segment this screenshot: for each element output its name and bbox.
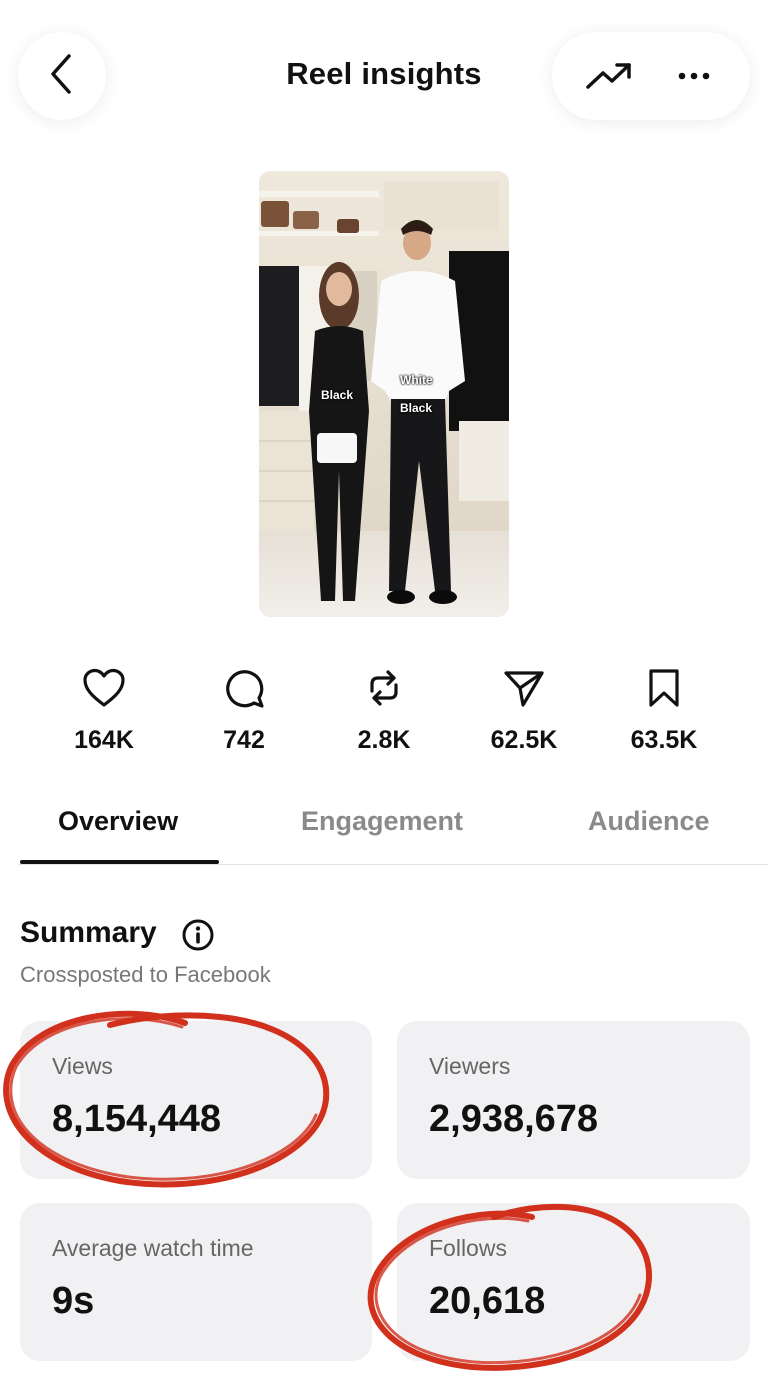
repost-icon [314, 664, 454, 712]
tab-engagement[interactable]: Engagement [301, 806, 463, 837]
heart-icon [34, 664, 174, 712]
comment-icon [174, 664, 314, 712]
viewers-label: Viewers [429, 1053, 511, 1079]
metric-comments[interactable]: 742 [174, 664, 314, 755]
info-icon[interactable] [181, 918, 215, 957]
summary-subtitle: Crossposted to Facebook [20, 962, 271, 987]
overlay-label-right-bottom: Black [400, 401, 433, 415]
engagement-metrics: 164K 742 2.8K 62.5K 63.5K [0, 664, 768, 764]
tabs-divider [18, 864, 768, 865]
follows-card[interactable]: Follows 20,618 [397, 1203, 750, 1361]
overlay-label-left: Black [321, 388, 354, 402]
follows-label: Follows [429, 1235, 507, 1261]
more-horizontal-icon[interactable] [664, 46, 724, 106]
likes-count: 164K [74, 726, 134, 754]
views-card[interactable]: Views 8,154,448 [20, 1021, 372, 1179]
metric-reposts[interactable]: 2.8K [314, 664, 454, 755]
tab-overview[interactable]: Overview [58, 806, 178, 837]
reel-thumbnail[interactable]: Black White Black [259, 171, 509, 617]
reel-image [259, 171, 509, 617]
bookmark-icon [594, 664, 734, 712]
overlay-label-right-top: White [400, 373, 433, 387]
send-icon [454, 664, 594, 712]
trending-up-icon[interactable] [579, 46, 639, 106]
shares-count: 62.5K [490, 726, 558, 754]
views-label: Views [52, 1053, 113, 1079]
average-watch-time-label: Average watch time [52, 1235, 254, 1261]
header-actions [552, 32, 750, 120]
average-watch-time-value: 9s [52, 1280, 95, 1322]
saves-count: 63.5K [630, 726, 698, 754]
average-watch-time-card[interactable]: Average watch time 9s [20, 1203, 372, 1361]
summary-title: Summary [20, 916, 157, 949]
views-value: 8,154,448 [52, 1098, 222, 1140]
metric-likes[interactable]: 164K [34, 664, 174, 755]
tab-audience[interactable]: Audience [588, 806, 710, 837]
reposts-count: 2.8K [357, 726, 411, 754]
follows-value: 20,618 [429, 1280, 546, 1322]
metric-shares[interactable]: 62.5K [454, 664, 594, 755]
viewers-value: 2,938,678 [429, 1098, 599, 1140]
comments-count: 742 [223, 726, 265, 754]
viewers-card[interactable]: Viewers 2,938,678 [397, 1021, 750, 1179]
metric-saves[interactable]: 63.5K [594, 664, 734, 755]
